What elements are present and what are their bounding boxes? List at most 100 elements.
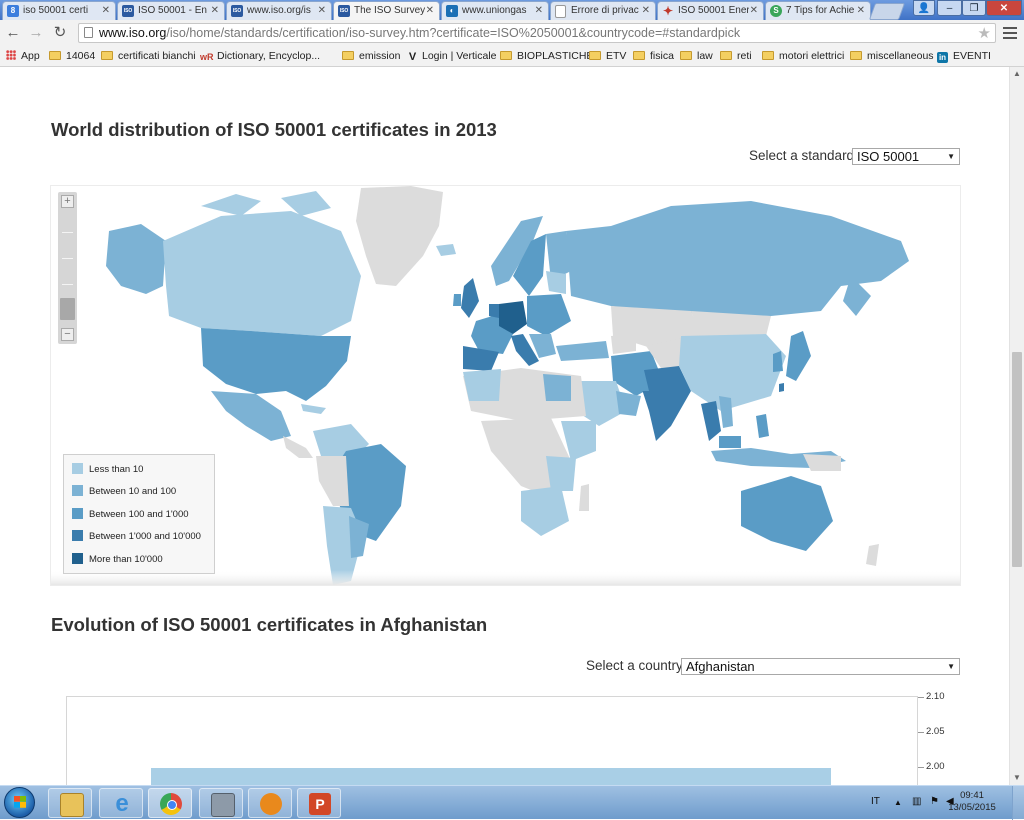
bookmark-etv[interactable]: ETV	[589, 49, 626, 63]
folder-icon	[720, 51, 732, 60]
chrome-menu-icon[interactable]	[1003, 25, 1017, 41]
scrollbar-thumb[interactable]	[1012, 352, 1022, 567]
bookmark-login-verticale[interactable]: V Login | Verticale	[408, 49, 497, 63]
zoom-in-button[interactable]: +	[61, 195, 74, 208]
world-map[interactable]: + − Less than 10 Between 10 and 100 Betw…	[50, 185, 961, 586]
close-icon[interactable]: ✕	[318, 2, 326, 20]
bookmark-14064[interactable]: 14064	[49, 49, 95, 63]
iceland-region	[436, 244, 456, 256]
papua-region	[803, 454, 841, 471]
google-icon: 8	[7, 5, 19, 17]
china-region	[679, 334, 786, 411]
scroll-down-icon[interactable]: ▼	[1013, 773, 1021, 782]
uk-region	[461, 278, 479, 318]
tab-iso-50001-en[interactable]: ISO ISO 50001 - En ✕	[117, 1, 225, 20]
close-icon[interactable]: ✕	[102, 2, 110, 20]
bookmark-star-icon[interactable]: ★	[978, 25, 991, 42]
zoom-tick	[62, 232, 73, 233]
tab-7-tips[interactable]: S 7 Tips for Achie ✕	[765, 1, 871, 20]
bookmark-miscellaneous[interactable]: miscellaneous	[850, 49, 934, 63]
close-icon[interactable]: ✕	[211, 2, 219, 20]
zoom-tick	[62, 258, 73, 259]
taskbar-powerpoint[interactable]: P	[297, 788, 341, 818]
bookmark-dictionary[interactable]: wR Dictionary, Encyclop...	[200, 49, 320, 63]
bookmark-law[interactable]: law	[680, 49, 713, 63]
bookmark-label: certificati bianchi	[118, 50, 196, 62]
map-zoom-control[interactable]: + −	[58, 192, 77, 344]
bookmark-emission[interactable]: emission	[342, 49, 400, 63]
start-button[interactable]	[4, 787, 35, 818]
bookmark-fisica[interactable]: fisica	[633, 49, 674, 63]
minimize-button[interactable]: –	[937, 0, 962, 16]
close-icon: ✕	[999, 3, 1009, 14]
taskbar-media-player[interactable]	[248, 788, 292, 818]
bookmarks-bar: App 14064 certificati bianchi wR Dictiona…	[0, 46, 1024, 67]
bookmark-label: ETV	[606, 50, 627, 62]
chart-bar[interactable]	[151, 768, 831, 785]
close-icon[interactable]: ✕	[857, 2, 865, 20]
back-arrow-icon: ←	[5, 24, 21, 41]
tab-iso-survey[interactable]: ISO The ISO Survey ✕	[333, 1, 440, 20]
map-legend: Less than 10 Between 10 and 100 Between …	[63, 454, 215, 574]
folder-icon	[589, 51, 601, 60]
page-scrollbar[interactable]: ▲ ▼	[1009, 67, 1024, 785]
bookmark-bioplastiche[interactable]: BIOPLASTICHE	[500, 49, 593, 63]
evolution-section-title: Evolution of ISO 50001 certificates in A…	[51, 614, 488, 635]
close-icon[interactable]: ✕	[535, 2, 543, 20]
system-clock[interactable]: 09:41 13/05/2015	[946, 790, 998, 814]
flag-icon[interactable]: ⚑	[930, 796, 939, 807]
taskbar-calculator[interactable]	[199, 788, 243, 818]
tab-iso-50001-search[interactable]: 8 iso 50001 certi ✕	[2, 1, 116, 20]
language-indicator[interactable]: IT	[871, 796, 880, 807]
close-icon[interactable]: ✕	[426, 2, 434, 20]
bookmark-certificati-bianchi[interactable]: certificati bianchi	[101, 49, 196, 63]
user-button[interactable]: 👤	[913, 0, 935, 16]
tab-iso-50001-energy[interactable]: ✦ ISO 50001 Ener ✕	[657, 1, 764, 20]
taskbar-internet-explorer[interactable]: e	[99, 788, 143, 818]
restore-button[interactable]: ❐	[962, 0, 986, 16]
scroll-up-icon[interactable]: ▲	[1013, 69, 1021, 78]
apps-grid-icon	[6, 50, 16, 60]
tab-uniongas[interactable]: ◐ www.uniongas ✕	[441, 1, 549, 20]
reload-button[interactable]: ↻	[51, 24, 69, 42]
tab-title: 7 Tips for Achie	[786, 5, 855, 16]
url-path: /iso/home/standards/certification/iso-su…	[166, 26, 741, 40]
philippines-region	[756, 414, 769, 438]
legend-item: Between 10 and 100	[72, 485, 176, 499]
network-icon[interactable]: ▥	[912, 796, 921, 807]
close-icon[interactable]: ✕	[750, 2, 758, 20]
green-s-icon: S	[770, 5, 782, 17]
taskbar-chrome[interactable]	[148, 788, 192, 818]
folder-icon	[500, 51, 512, 60]
back-button[interactable]: ←	[4, 24, 22, 42]
legend-swatch	[72, 463, 83, 474]
zoom-slider-handle[interactable]	[60, 298, 75, 320]
iso-icon: ISO	[122, 5, 134, 17]
standard-select[interactable]: ISO 50001 ▼	[852, 148, 960, 165]
window-close-button[interactable]: ✕	[986, 0, 1022, 16]
bookmark-motori-elettrici[interactable]: motori elettrici	[762, 49, 844, 63]
tab-iso-org[interactable]: ISO www.iso.org/is ✕	[226, 1, 332, 20]
legend-swatch	[72, 530, 83, 541]
minus-icon: −	[64, 328, 71, 340]
bookmark-apps[interactable]: App	[6, 49, 40, 63]
verticale-v-icon: V	[408, 51, 417, 63]
zoom-out-button[interactable]: −	[61, 328, 74, 341]
taskbar-explorer[interactable]	[48, 788, 92, 818]
wordreference-icon: wR	[200, 52, 214, 62]
tray-expand-icon[interactable]: ▲	[894, 798, 902, 807]
windows-taskbar: e P IT ▲ ▥ ⚑ ◀ 09:41 13/05/2015	[0, 785, 1024, 820]
forward-button[interactable]: →	[27, 24, 45, 42]
legend-label: Between 1'000 and 10'000	[89, 531, 201, 542]
show-desktop-button[interactable]	[1012, 786, 1024, 820]
address-bar[interactable]: www.iso.org/iso/home/standards/certifica…	[78, 23, 996, 43]
url-host: www.iso.org	[99, 26, 167, 40]
country-select[interactable]: Afghanistan ▼	[681, 658, 960, 675]
legend-item: Less than 10	[72, 463, 143, 477]
bookmark-reti[interactable]: reti	[720, 49, 752, 63]
new-tab-button[interactable]	[868, 3, 906, 20]
close-icon[interactable]: ✕	[642, 2, 650, 20]
tab-errore-privacy[interactable]: Errore di privac ✕	[550, 1, 656, 20]
bookmark-eventi[interactable]: in EVENTI	[937, 49, 991, 63]
folder-icon	[762, 51, 774, 60]
